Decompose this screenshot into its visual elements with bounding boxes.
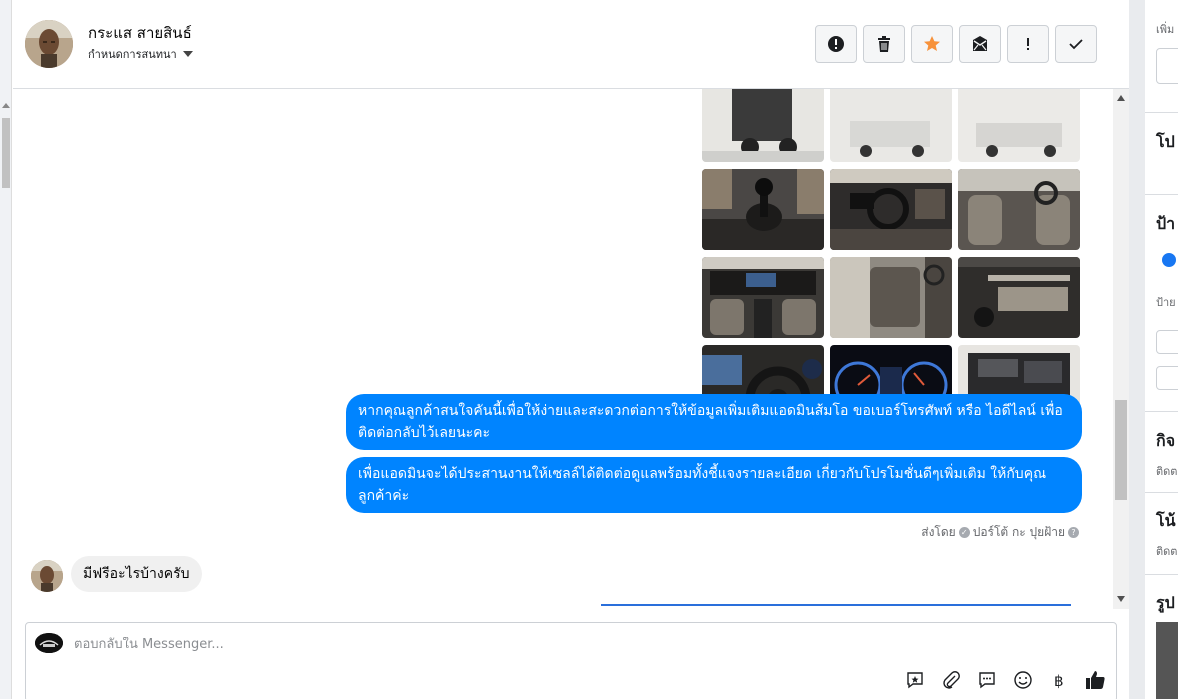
right-info-panel: เพิ่ม โป ป้า ป้าย กิจ ติดต โน้ ติดต รูป bbox=[1145, 0, 1178, 699]
thumbs-up-icon[interactable] bbox=[1084, 669, 1106, 691]
panel-divider bbox=[1129, 0, 1145, 699]
alert-circle-icon bbox=[828, 36, 844, 52]
spam-button[interactable] bbox=[815, 25, 857, 63]
delete-button[interactable] bbox=[863, 25, 905, 63]
thread-scrollbar[interactable] bbox=[1113, 89, 1129, 609]
add-label-icon[interactable] bbox=[1162, 253, 1176, 267]
scroll-thumb[interactable] bbox=[2, 118, 10, 188]
car-photo-interior-wide[interactable] bbox=[702, 257, 824, 338]
attachment-icon[interactable] bbox=[940, 669, 962, 691]
chat-bubble-icon[interactable] bbox=[976, 669, 998, 691]
car-photo[interactable] bbox=[830, 89, 952, 162]
car-photo-door-panel[interactable] bbox=[958, 257, 1080, 338]
right-panel-subtext: เพิ่ม bbox=[1156, 23, 1175, 36]
scroll-thumb[interactable] bbox=[1115, 400, 1127, 500]
right-panel-subtext: ติดต bbox=[1156, 545, 1178, 558]
mark-unread-button[interactable] bbox=[959, 25, 1001, 63]
right-panel-heading: โน้ bbox=[1156, 511, 1176, 530]
car-photo-gear-shifter[interactable] bbox=[702, 169, 824, 250]
sent-by-name[interactable]: ปอร์โต้ กะ ปุยฝ้าย bbox=[973, 523, 1065, 542]
conversation-panel: กระแส สายสินธ์ กำหนดการสนทนา หากคุณลูกค้… bbox=[13, 0, 1129, 699]
sent-by-label: ส่งโดย bbox=[921, 525, 956, 539]
label-field[interactable] bbox=[1156, 330, 1178, 354]
inbox-app: กระแส สายสินธ์ กำหนดการสนทนา หากคุณลูกค้… bbox=[0, 0, 1178, 699]
car-photo-dashboard[interactable] bbox=[830, 169, 952, 250]
right-panel-subtext: ติดต bbox=[1156, 465, 1178, 478]
trash-icon bbox=[878, 36, 890, 52]
car-photo-door-open[interactable] bbox=[830, 257, 952, 338]
check-icon bbox=[1069, 39, 1083, 50]
composer-actions: ฿ bbox=[904, 669, 1106, 691]
contact-name[interactable]: กระแส สายสินธ์ bbox=[88, 21, 192, 45]
right-panel-heading: กิจ bbox=[1156, 431, 1176, 450]
scroll-up-arrow-icon[interactable] bbox=[2, 103, 10, 108]
baht-payment-icon[interactable]: ฿ bbox=[1048, 669, 1070, 691]
car-photo-front-seats[interactable] bbox=[958, 169, 1080, 250]
label-field[interactable] bbox=[1156, 366, 1178, 390]
car-photo[interactable] bbox=[958, 89, 1080, 162]
right-panel-heading: ป้า bbox=[1156, 214, 1176, 233]
saved-reply-icon[interactable] bbox=[904, 669, 926, 691]
right-panel-heading: รูป bbox=[1156, 593, 1175, 612]
next-message-edge bbox=[601, 604, 1071, 609]
left-scrollbar[interactable] bbox=[0, 0, 12, 699]
message-thread[interactable]: หากคุณลูกค้าสนใจคันนี้เพื่อให้ง่ายและสะด… bbox=[13, 89, 1113, 609]
conversation-settings-dropdown[interactable]: กำหนดการสนทนา bbox=[88, 45, 193, 63]
reply-input[interactable] bbox=[74, 637, 874, 652]
right-panel-heading: โป bbox=[1156, 132, 1175, 151]
reply-composer: ฿ bbox=[25, 622, 1117, 699]
star-button[interactable] bbox=[911, 25, 953, 63]
photo-thumbnail[interactable] bbox=[1156, 622, 1178, 699]
conversation-settings-label: กำหนดการสนทนา bbox=[88, 48, 177, 61]
right-panel-subtext: ป้าย bbox=[1156, 296, 1176, 309]
outgoing-message[interactable]: เพื่อแอดมินจะได้ประสานงานให้เซลล์ได้ติดต… bbox=[346, 457, 1082, 513]
scroll-down-arrow-icon[interactable] bbox=[1117, 596, 1125, 602]
page-badge-icon: ✓ bbox=[958, 527, 970, 538]
car-photo[interactable] bbox=[702, 89, 824, 162]
conversation-toolbar bbox=[815, 25, 1097, 63]
mark-unread-icon bbox=[973, 36, 987, 51]
sent-by-info: ส่งโดย ✓ ปอร์โต้ กะ ปุยฝ้าย ? bbox=[921, 523, 1079, 542]
star-icon bbox=[924, 36, 940, 51]
page-avatar bbox=[35, 633, 63, 653]
caret-down-icon bbox=[182, 51, 193, 57]
emoji-icon[interactable] bbox=[1012, 669, 1034, 691]
contact-avatar[interactable] bbox=[25, 20, 73, 68]
follow-up-button[interactable] bbox=[1007, 25, 1049, 63]
right-panel-button[interactable] bbox=[1156, 48, 1178, 84]
contact-avatar-small[interactable] bbox=[31, 560, 63, 592]
scroll-up-arrow-icon[interactable] bbox=[1117, 95, 1125, 101]
incoming-message[interactable]: มีฟรีอะไรบ้างครับ bbox=[71, 556, 202, 592]
conversation-header: กระแส สายสินธ์ กำหนดการสนทนา bbox=[13, 0, 1129, 89]
car-photo-grid bbox=[702, 89, 1080, 426]
help-icon[interactable]: ? bbox=[1068, 527, 1079, 538]
svg-text:฿: ฿ bbox=[1054, 672, 1064, 690]
exclamation-icon bbox=[1027, 38, 1029, 50]
outgoing-message[interactable]: หากคุณลูกค้าสนใจคันนี้เพื่อให้ง่ายและสะด… bbox=[346, 394, 1082, 450]
mark-done-button[interactable] bbox=[1055, 25, 1097, 63]
